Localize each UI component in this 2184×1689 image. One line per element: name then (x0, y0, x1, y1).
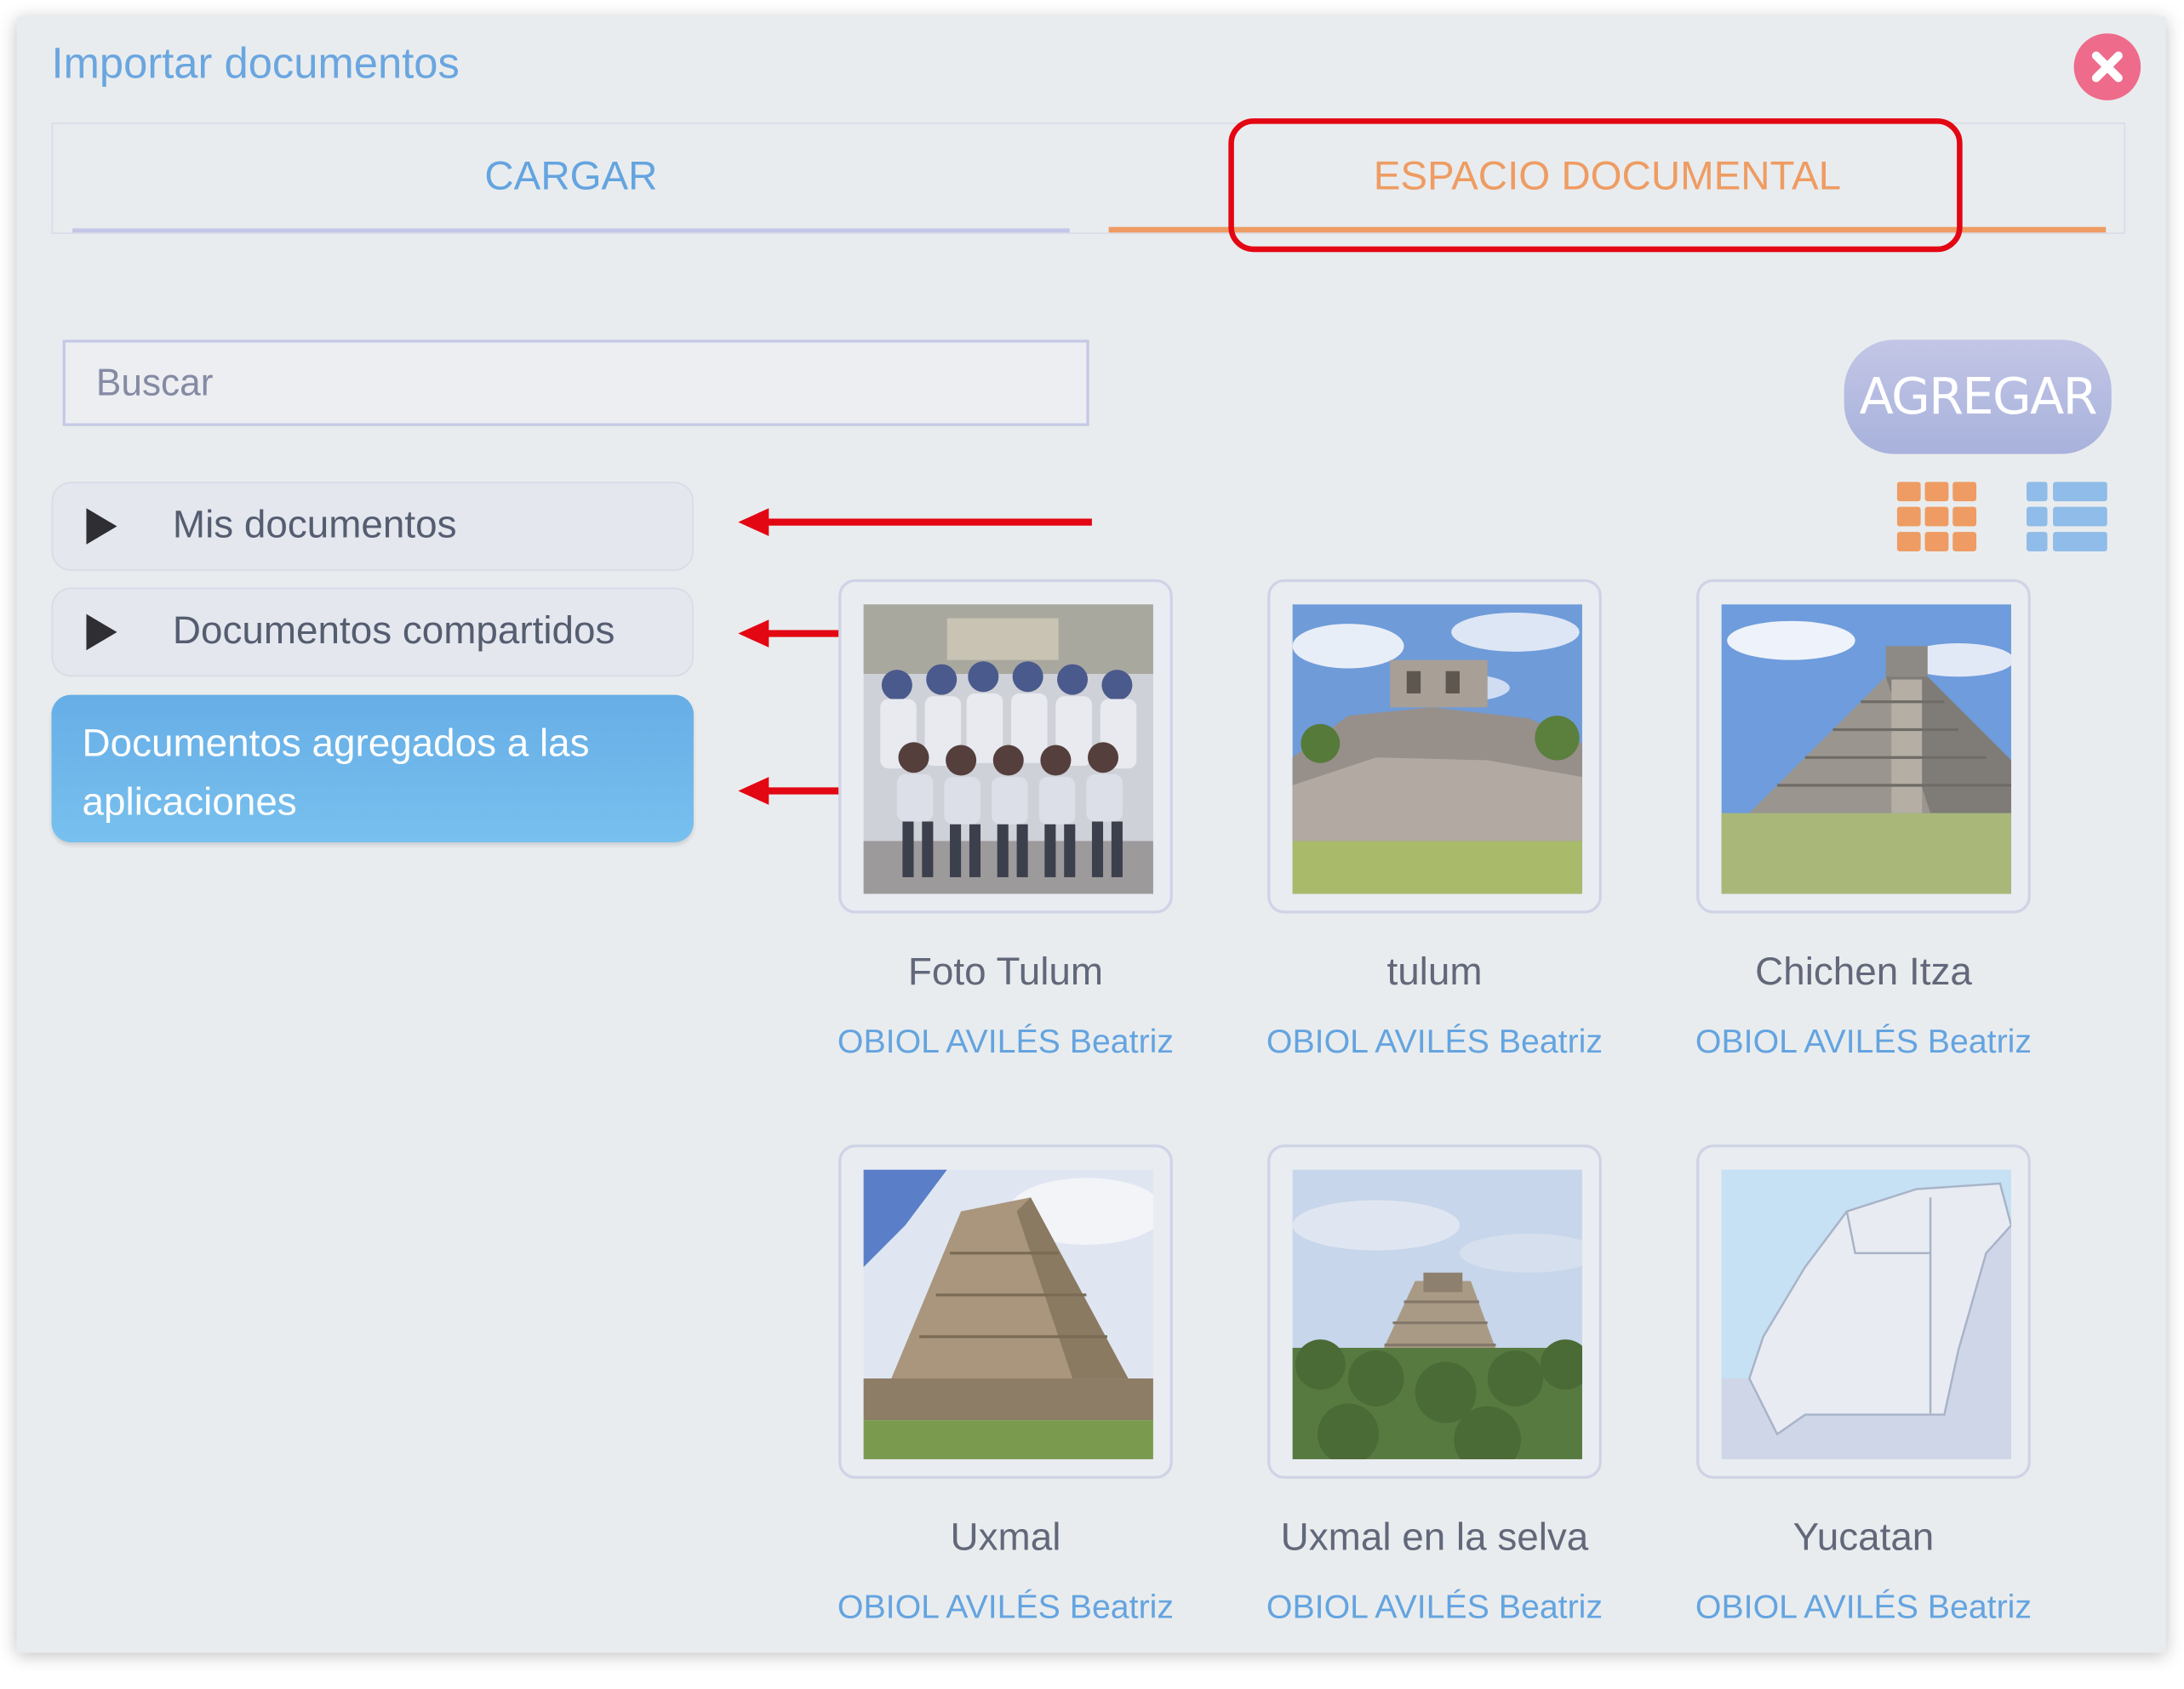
ruins-photo-thumbnail (1292, 604, 1582, 894)
sidebar-item-mis-documentos[interactable]: Mis documentos (51, 482, 694, 571)
jungle-pyramid-photo-thumbnail (1292, 1169, 1582, 1459)
tab-espacio-documental[interactable]: ESPACIO DOCUMENTAL (1108, 124, 2107, 233)
thumbnail-frame (1696, 1144, 2031, 1479)
dialog-title: Importar documentos (51, 38, 460, 88)
close-icon (2091, 51, 2123, 83)
document-name: Chichen Itza (1755, 950, 1972, 993)
list-view-icon (2026, 482, 2107, 552)
document-owner: OBIOL AVILÉS Beatriz (1266, 1589, 1604, 1627)
tab-cargar[interactable]: CARGAR (72, 124, 1070, 233)
add-button[interactable]: AGREGAR (1844, 340, 2112, 454)
document-owner: OBIOL AVILÉS Beatriz (837, 1589, 1175, 1627)
sidebar-item-label: Documentos compartidos (172, 608, 615, 652)
thumbnail-frame (1267, 1144, 1602, 1479)
stage: Importar documentos CARGAR ESPACIO DOCUM… (0, 0, 2184, 1689)
group-photo-thumbnail (863, 604, 1153, 894)
pyramid-photo-thumbnail (863, 1169, 1153, 1459)
thumbnail-frame (1267, 579, 1602, 914)
close-button[interactable] (2073, 33, 2141, 100)
pyramid-photo-thumbnail (1721, 604, 2011, 894)
grid-view-icon (1896, 482, 1977, 552)
grid-view-button[interactable] (1896, 482, 1978, 552)
document-owner: OBIOL AVILÉS Beatriz (837, 1023, 1175, 1061)
search-input[interactable] (62, 340, 1089, 426)
document-owner: OBIOL AVILÉS Beatriz (1695, 1023, 2032, 1061)
sidebar-item-label: Mis documentos (172, 502, 457, 546)
map-image-thumbnail (1721, 1169, 2011, 1459)
document-name: Uxmal en la selva (1280, 1515, 1589, 1559)
document-owner: OBIOL AVILÉS Beatriz (1695, 1589, 2032, 1627)
tab-bar: CARGAR ESPACIO DOCUMENTAL (51, 123, 2126, 234)
thumbnail-frame (838, 579, 1173, 914)
document-name: Uxmal (950, 1515, 1061, 1559)
document-owner: OBIOL AVILÉS Beatriz (1266, 1023, 1604, 1061)
sidebar-item-documentos-compartidos[interactable]: Documentos compartidos (51, 587, 694, 677)
document-name: Foto Tulum (907, 950, 1104, 993)
expand-triangle-icon (86, 508, 117, 545)
document-name: Yucatan (1792, 1515, 1935, 1559)
document-name: tulum (1386, 950, 1483, 993)
expand-triangle-icon (86, 613, 117, 651)
thumbnail-frame (838, 1144, 1173, 1479)
sidebar-item-documentos-agregados[interactable]: Documentos agregados a las aplicaciones (51, 694, 694, 843)
thumbnail-frame (1696, 579, 2031, 914)
list-view-button[interactable] (2026, 482, 2107, 552)
